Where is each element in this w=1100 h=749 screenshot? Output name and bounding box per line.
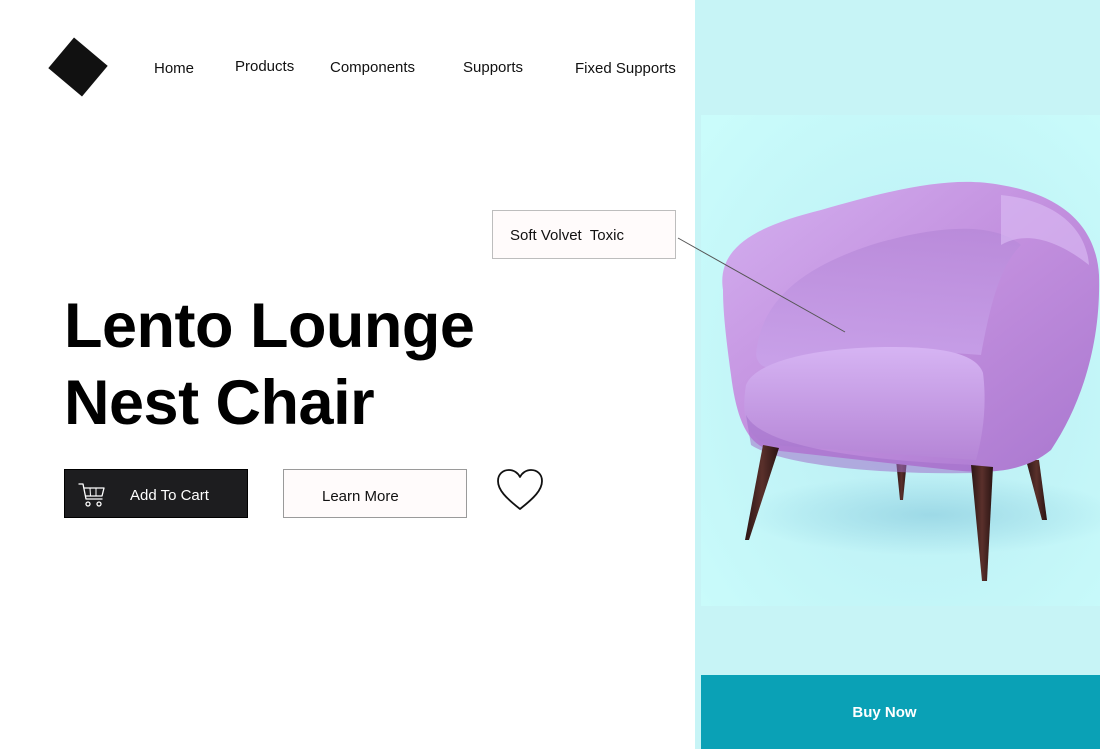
product-title-line-1: Lento Lounge	[64, 291, 475, 361]
logo-icon[interactable]	[48, 37, 108, 97]
nav-item-fixed-supports[interactable]: Fixed Supports	[575, 60, 676, 77]
favorite-button[interactable]	[496, 468, 544, 512]
product-title-line-2: Nest Chair	[64, 368, 375, 438]
product-image	[701, 115, 1100, 606]
add-to-cart-label: Add To Cart	[130, 487, 209, 504]
nav-item-home[interactable]: Home	[154, 60, 194, 77]
add-to-cart-button[interactable]: Add To Cart	[64, 469, 248, 518]
learn-more-label: Learn More	[322, 488, 399, 505]
heart-icon	[497, 469, 543, 510]
buy-now-button[interactable]: Buy Now	[701, 675, 1100, 749]
page: Buy Now Home Products Components Support…	[0, 0, 1100, 749]
product-title: Lento Lounge Nest Chair	[64, 288, 475, 442]
nav-item-components[interactable]: Components	[330, 59, 415, 76]
chair-image	[701, 115, 1100, 606]
nav-item-products[interactable]: Products	[235, 58, 294, 75]
learn-more-button[interactable]: Learn More	[283, 469, 467, 518]
material-callout: Soft Volvet Toxic	[492, 210, 676, 259]
buy-now-label: Buy Now	[852, 704, 917, 721]
cart-icon	[78, 483, 105, 507]
nav-item-supports[interactable]: Supports	[463, 59, 523, 76]
material-callout-label: Soft Volvet Toxic	[510, 227, 624, 244]
